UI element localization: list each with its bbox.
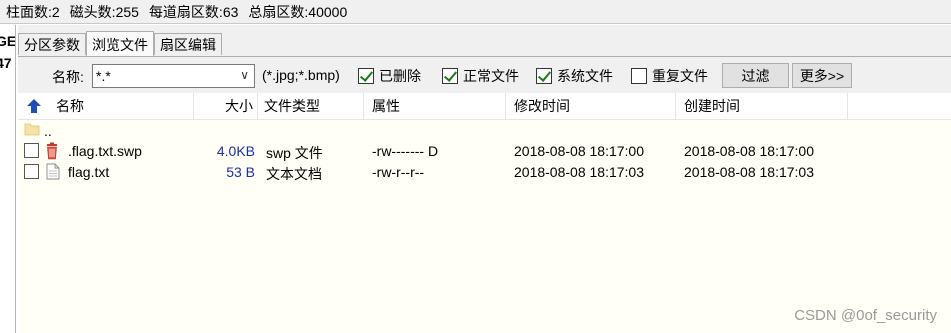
name-filter-combo[interactable]: *.* ∨ bbox=[92, 64, 255, 88]
duplicate-files-label: 重复文件 bbox=[652, 68, 708, 84]
left-pane-text-2: 47 bbox=[0, 55, 12, 71]
file-attributes: -rw------- D bbox=[372, 143, 439, 159]
browse-panel: 分区参数 浏览文件 扇区编辑 名称: *.* ∨ (*.jpg;*.bmp) 已… bbox=[18, 25, 951, 333]
file-list-header: 名称 大小 文件类型 属性 修改时间 创建时间 bbox=[18, 93, 951, 120]
deleted-file-icon bbox=[47, 142, 57, 160]
checkbox-box[interactable] bbox=[358, 68, 374, 84]
column-size-header[interactable]: 大小 bbox=[194, 93, 258, 119]
file-name: .. bbox=[44, 123, 52, 139]
tab-bar: 分区参数 浏览文件 扇区编辑 bbox=[18, 31, 222, 57]
file-type: swp 文件 bbox=[266, 145, 323, 161]
row-checkbox[interactable] bbox=[24, 143, 39, 158]
file-name: .flag.txt.swp bbox=[68, 143, 142, 159]
text-file-icon bbox=[46, 163, 60, 180]
list-item-flag-swp[interactable]: .flag.txt.swp 4.0KB swp 文件 -rw------- D … bbox=[18, 141, 951, 162]
column-name-header[interactable]: 名称 bbox=[18, 93, 194, 119]
row-checkbox[interactable] bbox=[24, 164, 39, 179]
total-sectors: 总扇区数:40000 bbox=[248, 3, 348, 20]
heads-count: 磁头数:255 bbox=[69, 3, 139, 20]
system-files-label: 系统文件 bbox=[557, 68, 613, 84]
duplicate-files-checkbox[interactable]: 重复文件 bbox=[631, 66, 708, 86]
up-arrow-icon[interactable] bbox=[26, 98, 42, 114]
checkbox-box[interactable] bbox=[442, 68, 458, 84]
chevron-down-icon[interactable]: ∨ bbox=[240, 68, 249, 82]
column-modified-header[interactable]: 修改时间 bbox=[506, 93, 676, 119]
file-size: 4.0KB bbox=[216, 143, 255, 159]
column-attr-header[interactable]: 属性 bbox=[364, 93, 506, 119]
tab-divider bbox=[18, 56, 951, 57]
file-name: flag.txt bbox=[68, 164, 110, 180]
disk-info-bar: 柱面数:2 磁头数:255 每道扇区数:63 总扇区数:40000 bbox=[0, 0, 951, 24]
file-type: 文本文档 bbox=[266, 166, 322, 182]
sectors-per-track: 每道扇区数:63 bbox=[148, 3, 239, 20]
list-item-flag-txt[interactable]: flag.txt 53 B 文本文档 -rw-r--r-- 2018-08-08… bbox=[18, 162, 951, 183]
file-list[interactable]: 名称 大小 文件类型 属性 修改时间 创建时间 .. .flag.txt.swp… bbox=[18, 93, 951, 333]
file-size: 53 B bbox=[226, 164, 255, 180]
tab-partition-params[interactable]: 分区参数 bbox=[18, 33, 86, 55]
left-pane-text-1: GE bbox=[0, 33, 16, 49]
filter-button[interactable]: 过滤 bbox=[722, 63, 789, 88]
name-filter-label: 名称: bbox=[52, 69, 84, 85]
file-attributes: -rw-r--r-- bbox=[372, 164, 425, 180]
checkbox-box[interactable] bbox=[536, 68, 552, 84]
normal-files-label: 正常文件 bbox=[463, 68, 519, 84]
modified-time: 2018-08-08 18:17:03 bbox=[514, 164, 644, 180]
tab-sector-editor[interactable]: 扇区编辑 bbox=[154, 33, 222, 55]
created-time: 2018-08-08 18:17:00 bbox=[684, 143, 814, 159]
cylinders-count: 柱面数:2 bbox=[6, 3, 60, 20]
csdn-watermark: CSDN @0of_security bbox=[794, 307, 937, 324]
folder-icon bbox=[24, 123, 40, 136]
normal-files-checkbox[interactable]: 正常文件 bbox=[442, 66, 519, 86]
list-item-parent[interactable]: .. bbox=[18, 121, 951, 142]
filter-toolbar: 名称: *.* ∨ (*.jpg;*.bmp) 已删除 正常文件 系统文件 重复… bbox=[18, 62, 951, 90]
deleted-label: 已删除 bbox=[379, 68, 421, 84]
tab-browse-files[interactable]: 浏览文件 bbox=[86, 31, 154, 57]
modified-time: 2018-08-08 18:17:00 bbox=[514, 143, 644, 159]
extension-hint: (*.jpg;*.bmp) bbox=[262, 67, 340, 83]
deleted-checkbox[interactable]: 已删除 bbox=[358, 66, 421, 86]
left-pane-edge: GE 47 bbox=[0, 25, 16, 333]
checkbox-box[interactable] bbox=[631, 68, 647, 84]
system-files-checkbox[interactable]: 系统文件 bbox=[536, 66, 613, 86]
created-time: 2018-08-08 18:17:03 bbox=[684, 164, 814, 180]
name-filter-value: *.* bbox=[96, 68, 111, 84]
column-created-header[interactable]: 创建时间 bbox=[676, 93, 848, 119]
column-type-header[interactable]: 文件类型 bbox=[258, 93, 364, 119]
more-button[interactable]: 更多>> bbox=[792, 63, 852, 88]
